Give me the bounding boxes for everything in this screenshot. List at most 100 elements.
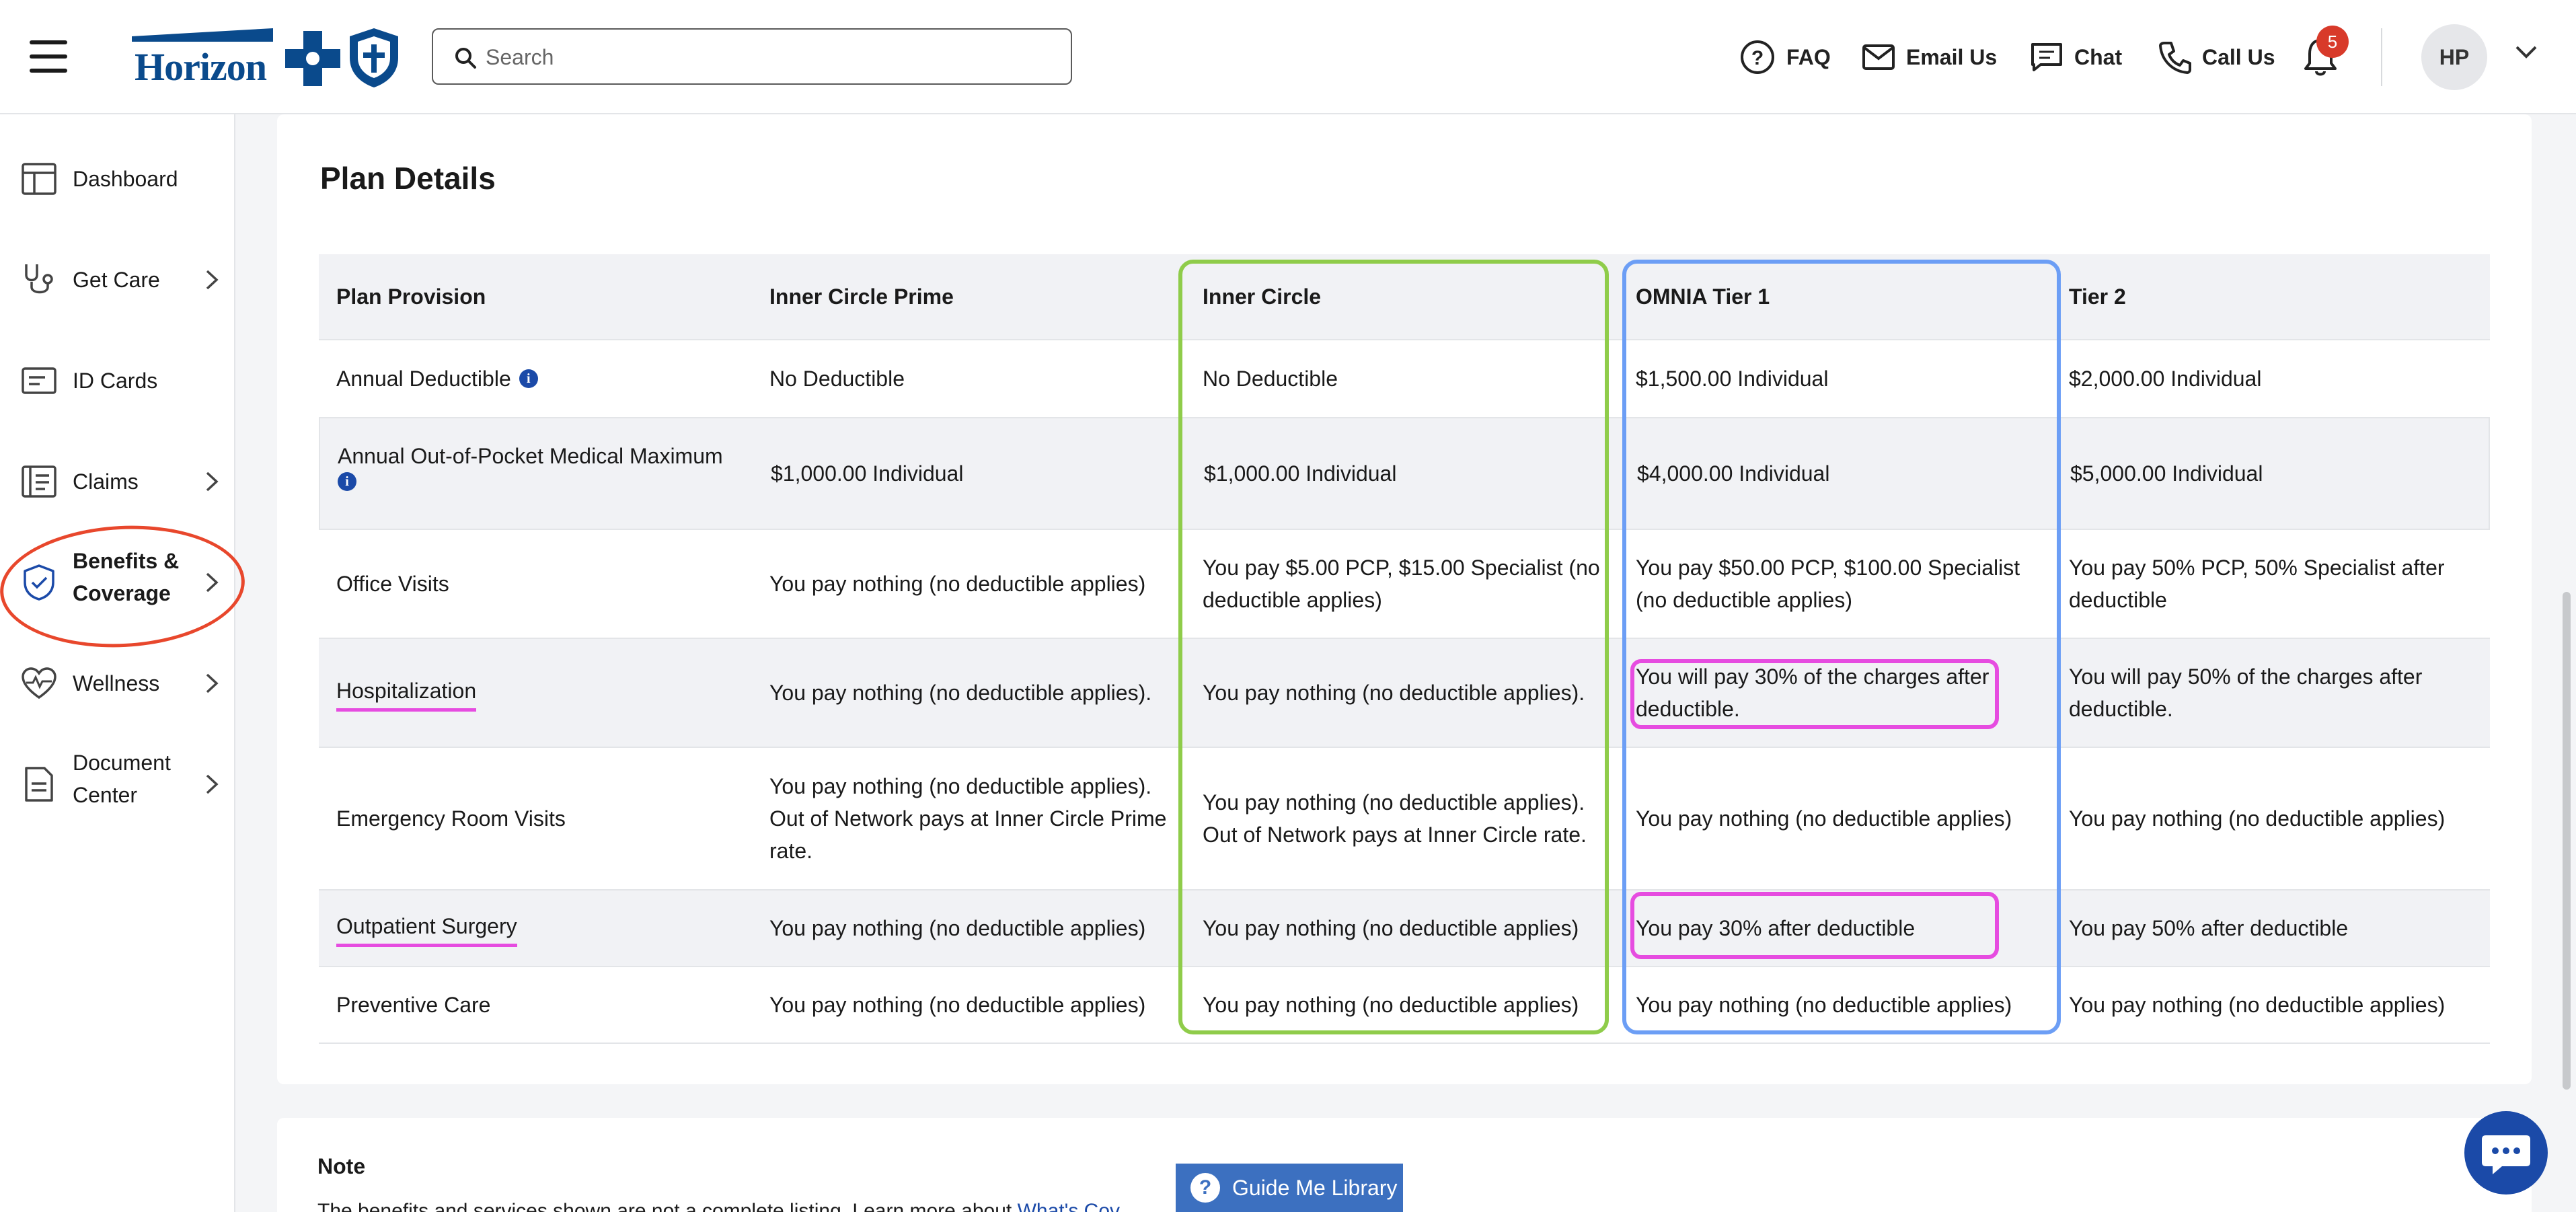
chevron-right-icon <box>206 673 219 693</box>
notification-badge: 5 <box>2316 26 2349 58</box>
chat-bubble-icon <box>2482 1135 2530 1174</box>
row-label: Hospitalization <box>336 639 753 747</box>
label-line-1: Document <box>73 751 171 775</box>
row-label: Outpatient Surgery <box>336 891 753 966</box>
table-header-row: Plan Provision Inner Circle Prime Inner … <box>319 254 2490 340</box>
sidebar-item-wellness[interactable]: Wellness <box>0 646 235 721</box>
table-cell: $5,000.00 Individual <box>2070 461 2263 486</box>
claims-icon <box>20 463 58 500</box>
sidebar-item-label: Document Center <box>73 747 171 811</box>
row-label-text: Outpatient Surgery <box>336 910 517 947</box>
id-card-icon <box>20 362 58 400</box>
row-label-text: Annual Deductible <box>336 367 511 391</box>
header-tier-2: Tier 2 <box>2069 285 2126 309</box>
faq-label: FAQ <box>1786 44 1831 69</box>
hamburger-menu-icon[interactable] <box>30 40 67 73</box>
table-cell: You pay 50% PCP, 50% Specialist after de… <box>2069 556 2445 612</box>
page-title: Plan Details <box>320 161 496 196</box>
table-cell: You pay nothing (no deductible applies) <box>1636 993 2012 1017</box>
label-line-2: Coverage <box>73 581 171 605</box>
note-title: Note <box>317 1154 366 1178</box>
guide-me-library-button[interactable]: ? Guide Me Library <box>1176 1164 1403 1212</box>
sidebar: Dashboard Get Care ID Cards Claims Benef… <box>0 114 235 1212</box>
chevron-down-icon[interactable] <box>2514 44 2538 61</box>
sidebar-item-label: Benefits & Coverage <box>73 545 179 609</box>
table-cell: You pay nothing (no deductible applies) <box>769 916 1146 940</box>
row-label: Annual Out-of-Pocket Medical Maximum i <box>338 418 755 529</box>
whats-covered-link[interactable]: What's Cov <box>1018 1200 1120 1212</box>
table-cell: You pay nothing (no deductible applies) <box>1203 993 1579 1017</box>
table-row: Annual Deductible i No Deductible No Dedu… <box>319 340 2490 418</box>
chevron-right-icon <box>206 471 219 492</box>
sidebar-item-label: Get Care <box>73 268 160 292</box>
table-cell: You pay nothing (no deductible applies) <box>769 572 1146 596</box>
chat-link[interactable]: Chat <box>2030 34 2122 81</box>
blue-shield-icon <box>350 28 398 87</box>
table-cell: You pay nothing (no deductible applies).… <box>769 774 1167 863</box>
email-us-label: Email Us <box>1906 44 1998 69</box>
chevron-right-icon <box>206 572 219 593</box>
table-cell: You pay 30% after deductible <box>1636 916 1916 940</box>
logo-wordmark: Horizon <box>135 45 267 89</box>
info-icon[interactable]: i <box>338 472 356 491</box>
table-cell: No Deductible <box>769 367 905 391</box>
table-cell: You pay nothing (no deductible applies) <box>2069 806 2446 831</box>
header-plan-provision: Plan Provision <box>336 285 486 309</box>
row-label: Preventive Care <box>336 993 491 1017</box>
horizon-logo[interactable]: Horizon <box>132 24 401 91</box>
scrollbar[interactable] <box>2563 592 2571 1090</box>
table-cell: No Deductible <box>1203 367 1338 391</box>
label-line-1: Benefits & <box>73 549 180 573</box>
sidebar-item-benefits-coverage[interactable]: Benefits & Coverage <box>0 545 235 620</box>
sidebar-item-label: ID Cards <box>73 369 158 393</box>
note-card <box>277 1118 2532 1212</box>
row-label-text: Hospitalization <box>336 675 477 712</box>
sidebar-item-dashboard[interactable]: Dashboard <box>0 141 235 217</box>
call-us-label: Call Us <box>2202 44 2275 69</box>
table-cell: You pay nothing (no deductible applies). <box>769 681 1152 705</box>
question-icon: ? <box>1190 1173 1220 1203</box>
table-cell: You will pay 30% of the charges after de… <box>1636 665 1990 721</box>
header-omnia-tier-1: OMNIA Tier 1 <box>1636 285 1770 309</box>
table-row: Preventive Care You pay nothing (no dedu… <box>319 967 2490 1044</box>
table-cell: You pay nothing (no deductible applies) <box>2069 993 2446 1017</box>
table-cell: You will pay 50% of the charges after de… <box>2069 665 2423 721</box>
table-cell: You pay nothing (no deductible applies).… <box>1203 790 1587 847</box>
table-row: Annual Out-of-Pocket Medical Maximum i $1… <box>319 418 2490 530</box>
call-us-link[interactable]: Call Us <box>2158 34 2275 81</box>
search-box[interactable] <box>432 28 1072 85</box>
search-input[interactable] <box>486 39 1051 75</box>
avatar[interactable]: HP <box>2421 24 2487 90</box>
sidebar-item-claims[interactable]: Claims <box>0 444 235 519</box>
email-us-link[interactable]: Email Us <box>1862 34 1997 81</box>
faq-link[interactable]: ? FAQ <box>1739 34 1831 81</box>
blue-cross-icon <box>285 31 340 86</box>
top-header: Horizon ? FAQ Email Us Chat Call Us 5 HP <box>0 0 2576 114</box>
table-cell: You pay $50.00 PCP, $100.00 Specialist (… <box>1636 556 2020 612</box>
sidebar-item-id-cards[interactable]: ID Cards <box>0 343 235 418</box>
row-label: Emergency Room Visits <box>336 806 566 831</box>
table-cell: You pay nothing (no deductible applies) <box>1636 806 2012 831</box>
chat-bubble-icon <box>2031 43 2062 71</box>
info-icon[interactable]: i <box>519 369 538 388</box>
table-cell: $4,000.00 Individual <box>1637 461 1830 486</box>
row-label: Annual Deductible i <box>336 340 753 417</box>
sidebar-item-get-care[interactable]: Get Care <box>0 242 235 317</box>
document-icon <box>20 765 58 803</box>
chat-fab-button[interactable] <box>2464 1111 2548 1195</box>
heart-pulse-icon <box>20 665 58 702</box>
chevron-right-icon <box>206 774 219 794</box>
note-body: The benefits and services shown are not … <box>317 1200 1018 1212</box>
table-cell: You pay $5.00 PCP, $15.00 Specialist (no… <box>1203 556 1600 612</box>
row-label: Office Visits <box>336 572 449 596</box>
sidebar-item-document-center[interactable]: Document Center <box>0 747 235 822</box>
table-cell: $2,000.00 Individual <box>2069 367 2262 391</box>
table-row: Emergency Room Visits You pay nothing (n… <box>319 748 2490 891</box>
table-cell: $1,500.00 Individual <box>1636 367 1829 391</box>
table-cell: You pay nothing (no deductible applies) <box>1203 916 1579 940</box>
envelope-icon <box>1862 44 1895 70</box>
table-row: Office Visits You pay nothing (no deduct… <box>319 530 2490 639</box>
table-cell: You pay 50% after deductible <box>2069 916 2349 940</box>
chevron-right-icon <box>206 270 219 290</box>
table-cell: $1,000.00 Individual <box>771 461 964 486</box>
